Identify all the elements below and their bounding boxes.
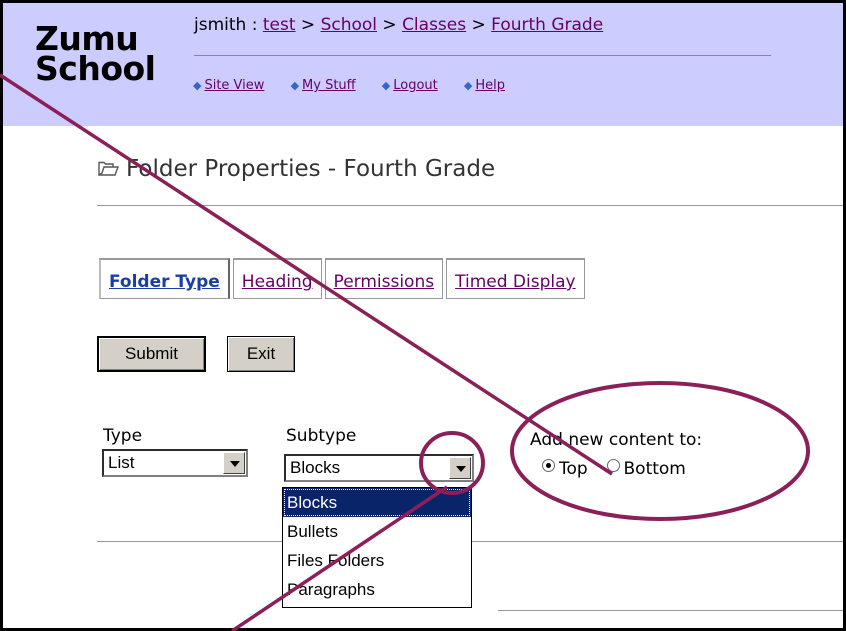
zumu-school-logo[interactable]: Zumu School bbox=[35, 22, 156, 88]
type-label: Type bbox=[103, 426, 143, 446]
section-divider bbox=[97, 541, 282, 542]
subtype-label: Subtype bbox=[286, 426, 357, 446]
radio-top-label[interactable]: Top bbox=[559, 459, 588, 479]
nav-site-view-link[interactable]: Site View bbox=[204, 78, 264, 93]
breadcrumb-classes-link[interactable]: Classes bbox=[402, 15, 466, 35]
breadcrumb-user: jsmith : bbox=[194, 15, 263, 35]
nav-my-stuff-link[interactable]: My Stuff bbox=[302, 78, 356, 93]
tab-heading[interactable]: Heading bbox=[232, 258, 322, 299]
breadcrumb-separator: > bbox=[295, 15, 321, 35]
subtype-dropdown-list: Blocks Bullets Files Folders Paragraphs bbox=[282, 487, 472, 608]
diamond-bullet-icon: ◆ bbox=[463, 79, 473, 92]
add-content-label: Add new content to: bbox=[530, 430, 703, 450]
breadcrumb-separator: > bbox=[377, 15, 403, 35]
dropdown-option-paragraphs[interactable]: Paragraphs bbox=[283, 575, 471, 604]
section-divider bbox=[472, 541, 843, 542]
tab-heading-label[interactable]: Heading bbox=[242, 272, 313, 292]
position-radio-group: Top Bottom bbox=[542, 459, 686, 479]
breadcrumb-fourth-grade-link[interactable]: Fourth Grade bbox=[491, 15, 603, 35]
header-bar: Zumu School jsmith : test > School > Cla… bbox=[3, 3, 843, 126]
tab-folder-type[interactable]: Folder Type bbox=[99, 258, 230, 299]
subtype-select[interactable]: Blocks bbox=[284, 454, 474, 482]
breadcrumb-school-link[interactable]: School bbox=[321, 15, 377, 35]
section-divider bbox=[498, 610, 843, 611]
radio-top[interactable] bbox=[542, 459, 555, 472]
breadcrumb-separator: > bbox=[466, 15, 492, 35]
exit-button[interactable]: Exit bbox=[227, 336, 295, 372]
diamond-bullet-icon: ◆ bbox=[290, 79, 300, 92]
type-select-value: List bbox=[108, 453, 135, 472]
dropdown-option-bullets[interactable]: Bullets bbox=[283, 517, 471, 546]
tab-permissions[interactable]: Permissions bbox=[324, 258, 444, 299]
breadcrumb-divider bbox=[194, 55, 771, 56]
diamond-bullet-icon: ◆ bbox=[381, 79, 391, 92]
radio-bottom-label[interactable]: Bottom bbox=[624, 459, 686, 479]
dropdown-option-files-folders[interactable]: Files Folders bbox=[283, 546, 471, 575]
tab-timed-display[interactable]: Timed Display bbox=[446, 258, 585, 299]
breadcrumb-test-link[interactable]: test bbox=[263, 15, 296, 35]
page-frame: Zumu School jsmith : test > School > Cla… bbox=[0, 0, 846, 631]
title-divider bbox=[97, 205, 843, 206]
chevron-down-icon[interactable] bbox=[449, 457, 471, 479]
nav-help-link[interactable]: Help bbox=[475, 78, 505, 93]
tab-permissions-label[interactable]: Permissions bbox=[334, 272, 435, 292]
nav-links: ◆ Site View ◆ My Stuff ◆ Logout ◆ Help bbox=[193, 78, 527, 93]
page-title-text: Folder Properties - Fourth Grade bbox=[126, 156, 496, 182]
open-folder-icon bbox=[98, 157, 120, 183]
logo-line-2: School bbox=[35, 49, 156, 88]
chevron-down-icon[interactable] bbox=[223, 452, 245, 474]
tab-bar: Folder Type Heading Permissions Timed Di… bbox=[99, 258, 588, 300]
dropdown-option-blocks[interactable]: Blocks bbox=[283, 488, 471, 517]
diamond-bullet-icon: ◆ bbox=[193, 79, 202, 92]
breadcrumb: jsmith : test > School > Classes > Fourt… bbox=[194, 15, 603, 35]
nav-logout-link[interactable]: Logout bbox=[393, 78, 438, 93]
submit-button[interactable]: Submit bbox=[97, 336, 206, 372]
page-title: Folder Properties - Fourth Grade bbox=[98, 156, 495, 183]
tab-folder-type-label[interactable]: Folder Type bbox=[109, 272, 220, 292]
tab-timed-display-label[interactable]: Timed Display bbox=[455, 272, 575, 292]
subtype-select-value: Blocks bbox=[290, 458, 341, 477]
type-select[interactable]: List bbox=[102, 449, 248, 477]
radio-bottom[interactable] bbox=[606, 459, 620, 472]
